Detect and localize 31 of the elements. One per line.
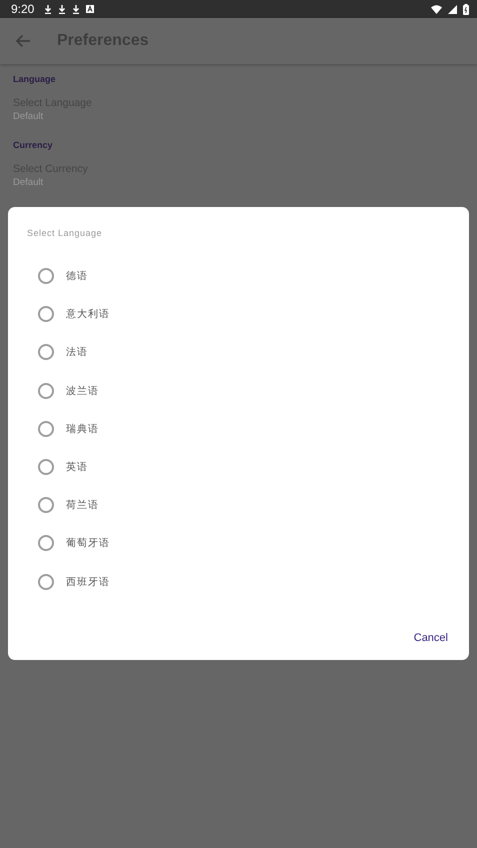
battery-icon	[463, 4, 469, 14]
option-label[interactable]: 英语	[66, 460, 88, 474]
back-arrow-icon[interactable]	[14, 32, 32, 50]
option-label[interactable]: 意大利语	[66, 307, 110, 322]
section-header: Language	[13, 74, 57, 84]
radio-button[interactable]	[38, 268, 54, 284]
cancel-button[interactable]: Cancel	[412, 628, 450, 648]
option-label[interactable]: 法语	[66, 345, 88, 360]
notification-icon	[86, 5, 94, 13]
wifi-icon	[431, 4, 442, 14]
status-time: 9:20	[11, 2, 34, 16]
radio-button[interactable]	[38, 497, 54, 514]
option-label[interactable]: 德语	[66, 269, 88, 284]
dialog-title: Select Language	[27, 228, 104, 238]
download-icon	[44, 4, 52, 14]
option-label[interactable]: 荷兰语	[66, 498, 99, 512]
radio-button[interactable]	[38, 574, 54, 590]
radio-button[interactable]	[38, 420, 54, 437]
section-header: Currency	[13, 140, 54, 150]
signal-icon	[448, 4, 457, 14]
option-label[interactable]: 葡萄牙语	[66, 536, 110, 550]
download-icon	[72, 4, 80, 14]
download-icon	[58, 4, 66, 14]
radio-button[interactable]	[38, 459, 54, 476]
radio-button[interactable]	[38, 306, 54, 322]
radio-button[interactable]	[38, 382, 54, 399]
radio-button[interactable]	[38, 535, 54, 552]
radio-button[interactable]	[38, 344, 54, 360]
option-label[interactable]: 西班牙语	[66, 574, 110, 589]
option-label[interactable]: 瑞典语	[66, 422, 99, 436]
option-label[interactable]: 波兰语	[66, 384, 99, 398]
